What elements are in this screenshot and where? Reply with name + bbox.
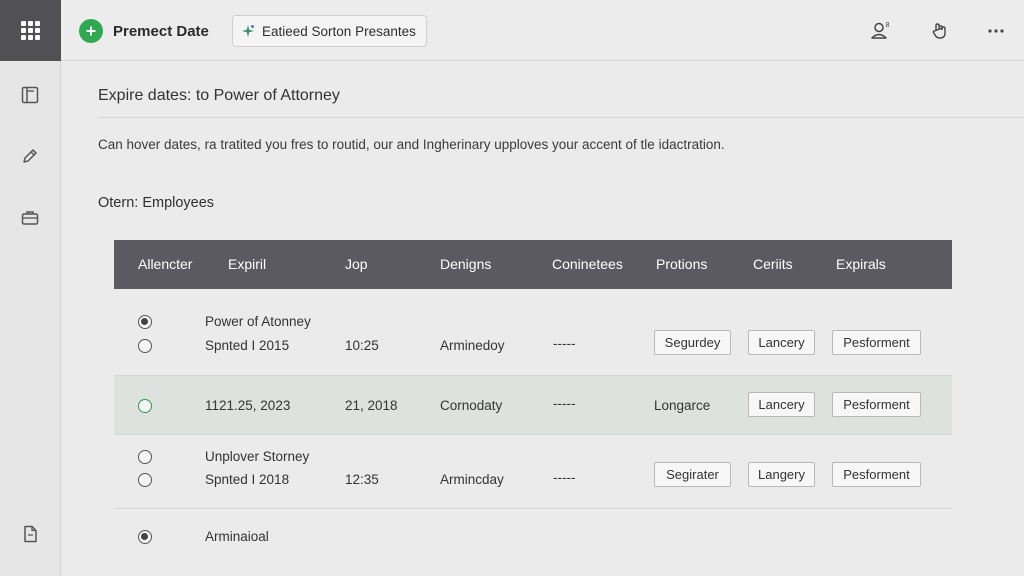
- row-title: Power of Atonney: [205, 314, 311, 329]
- credits-button[interactable]: Lancery: [748, 392, 815, 417]
- jop-value: 21, 2018: [345, 398, 398, 413]
- column-header[interactable]: Allencter: [138, 256, 192, 272]
- page-description: Can hover dates, ra tratited you fres to…: [98, 137, 725, 152]
- column-header[interactable]: Expirals: [836, 256, 886, 272]
- apps-grid-icon: [21, 21, 40, 40]
- column-header[interactable]: Jop: [345, 256, 368, 272]
- user-badge: 8: [886, 22, 890, 29]
- panel-icon[interactable]: [20, 85, 40, 105]
- jop-value: 12:35: [345, 472, 379, 487]
- row-label: Arminaioal: [205, 529, 269, 544]
- document-icon[interactable]: [20, 524, 40, 544]
- sparkle-icon: [242, 25, 254, 37]
- apps-launcher[interactable]: [0, 0, 61, 61]
- user-icon[interactable]: 8: [869, 20, 891, 42]
- column-header[interactable]: Protions: [656, 256, 707, 272]
- expiry-date: Spnted I 2015: [205, 338, 290, 353]
- expirals-button[interactable]: Pesforment: [832, 392, 921, 417]
- expiry-date: Spnted I 2018: [205, 472, 290, 487]
- top-bar: Premect Date Eatieed Sorton Presantes 8: [61, 0, 1024, 61]
- protions-value: Longarce: [654, 398, 711, 413]
- plus-icon: [86, 26, 96, 36]
- left-rail: [0, 0, 61, 576]
- column-header[interactable]: Expiril: [228, 256, 266, 272]
- row-select-radio[interactable]: [138, 315, 152, 329]
- table-row[interactable]: Arminaioal: [114, 509, 952, 569]
- column-header[interactable]: Denigns: [440, 256, 491, 272]
- column-header[interactable]: Coninetees: [552, 256, 623, 272]
- section-title: Otern: Employees: [98, 195, 215, 211]
- pen-icon[interactable]: [20, 146, 40, 166]
- row-select-radio[interactable]: [138, 339, 152, 353]
- committees-value: -----: [553, 396, 576, 411]
- designs-value: Cornodaty: [440, 398, 503, 413]
- protions-button[interactable]: Segirater: [654, 462, 731, 487]
- page-title: Expire dates: to Power of Attorney: [98, 87, 340, 104]
- title-divider: [98, 117, 1024, 118]
- column-header[interactable]: Ceriits: [753, 256, 793, 272]
- hand-icon[interactable]: [929, 20, 951, 42]
- row-select-radio[interactable]: [138, 399, 152, 413]
- committees-value: -----: [553, 470, 576, 485]
- row-select-radio[interactable]: [138, 450, 152, 464]
- app-title: Premect Date: [113, 23, 209, 40]
- protions-button[interactable]: Segurdey: [654, 330, 731, 355]
- expirals-button[interactable]: Pesforment: [832, 330, 921, 355]
- workspace-chip-label: Eatieed Sorton Presantes: [262, 23, 416, 39]
- row-title: Unplover Storney: [205, 449, 310, 464]
- designs-value: Arminedoy: [440, 338, 505, 353]
- table-row[interactable]: 1121.25, 2023 21, 2018 Cornodaty ----- L…: [114, 376, 952, 435]
- expiry-date: 1121.25, 2023: [205, 398, 291, 413]
- table-row[interactable]: Unplover Storney Spnted I 2018 12:35 Arm…: [114, 435, 952, 509]
- jop-value: 10:25: [345, 338, 379, 353]
- row-select-radio[interactable]: [138, 473, 152, 487]
- table-header: Allencter Expiril Jop Denigns Coninetees…: [114, 240, 952, 289]
- table-row[interactable]: Power of Atonney Spnted I 2015 10:25 Arm…: [114, 289, 952, 376]
- credits-button[interactable]: Lancery: [748, 330, 815, 355]
- designs-value: Armincday: [440, 472, 504, 487]
- workspace-chip[interactable]: Eatieed Sorton Presantes: [232, 15, 427, 47]
- row-select-radio[interactable]: [138, 530, 152, 544]
- expirals-button[interactable]: Pesforment: [832, 462, 921, 487]
- more-icon[interactable]: [985, 20, 1007, 42]
- briefcase-icon[interactable]: [20, 208, 40, 228]
- main-content: Expire dates: to Power of Attorney Can h…: [61, 62, 1024, 576]
- credits-button[interactable]: Langery: [748, 462, 815, 487]
- add-button[interactable]: [79, 19, 103, 43]
- committees-value: -----: [553, 336, 576, 351]
